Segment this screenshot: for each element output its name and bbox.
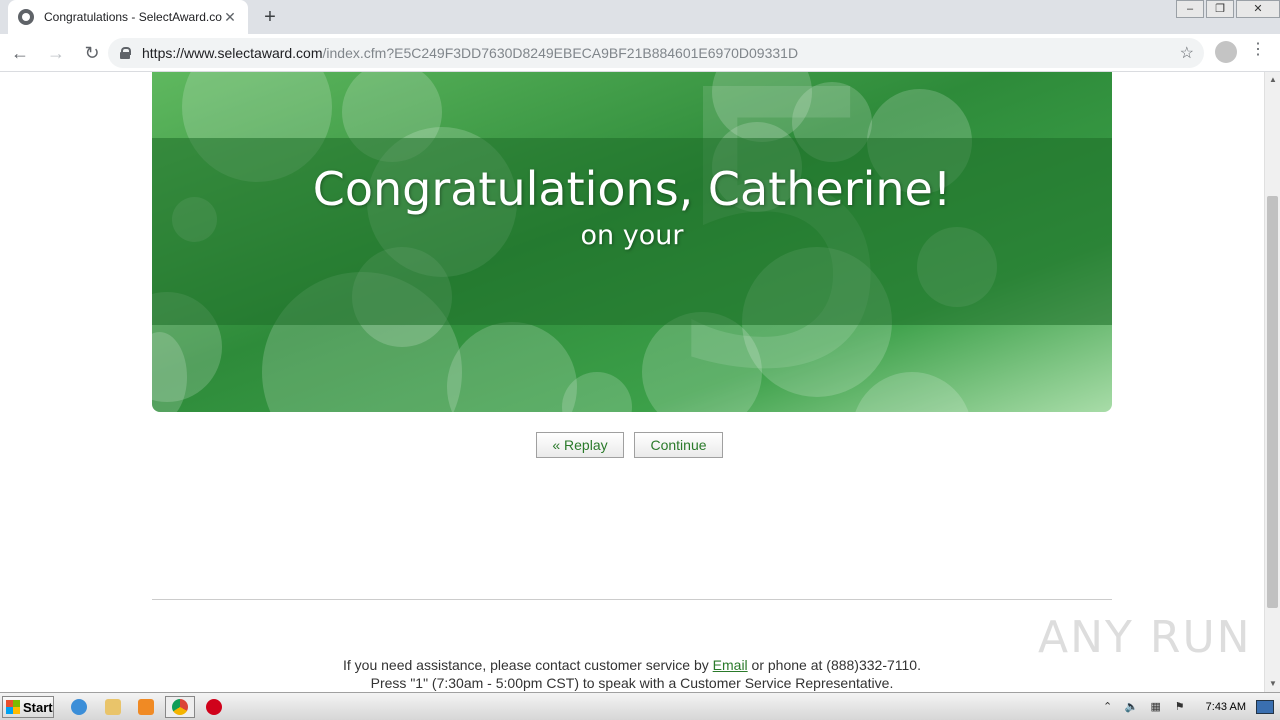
start-button[interactable]: Start xyxy=(2,696,54,718)
window-close-button[interactable]: ✕ xyxy=(1236,0,1280,18)
scrollbar-thumb[interactable] xyxy=(1267,196,1278,608)
file-explorer-icon[interactable] xyxy=(98,696,128,718)
profile-avatar-icon[interactable] xyxy=(1215,41,1237,63)
windows-logo-icon xyxy=(6,700,20,714)
lock-icon[interactable] xyxy=(120,47,131,59)
anyrun-watermark: ANY RUN xyxy=(1038,612,1252,663)
congratulations-banner: 5 Congratulations, Catherine! on your xyxy=(152,72,1112,412)
window-controls: – ❐ ✕ xyxy=(1174,0,1280,18)
volume-icon[interactable]: 🔈 xyxy=(1123,700,1141,714)
decorative-bubble xyxy=(447,322,577,412)
continue-button[interactable]: Continue xyxy=(634,432,723,458)
scroll-up-arrow-icon[interactable]: ▲ xyxy=(1265,72,1280,88)
windows-taskbar: Start ⌃ 🔈 ▦ ⚑ 7:43 AM xyxy=(0,692,1280,720)
support-line-2: Press "1" (7:30am - 5:00pm CST) to speak… xyxy=(370,675,894,691)
media-player-icon[interactable] xyxy=(131,696,161,718)
stop-sign-icon[interactable] xyxy=(199,696,229,718)
congratulations-subheading: on your xyxy=(580,220,684,251)
footer-divider xyxy=(152,599,1112,600)
internet-explorer-icon[interactable] xyxy=(64,696,94,718)
url-text[interactable]: https://www.selectaward.com/index.cfm?E5… xyxy=(142,45,798,61)
vertical-scrollbar[interactable]: ▲ ▼ xyxy=(1264,72,1280,692)
email-link[interactable]: Email xyxy=(713,657,748,673)
browser-toolbar: ← → ↻ https://www.selectaward.com/index.… xyxy=(0,34,1280,72)
show-desktop-icon[interactable] xyxy=(1256,700,1274,714)
support-text-after: or phone at (888)332-7110. xyxy=(747,657,921,673)
minimize-button[interactable]: – xyxy=(1176,0,1204,18)
headline-band: Congratulations, Catherine! on your xyxy=(152,138,1112,325)
scroll-down-arrow-icon[interactable]: ▼ xyxy=(1265,676,1280,692)
congratulations-heading: Congratulations, Catherine! xyxy=(312,162,952,216)
browser-menu-icon[interactable]: ⋮ xyxy=(1250,39,1266,59)
url-host: https://www.selectaward.com xyxy=(142,45,323,61)
back-button[interactable]: ← xyxy=(4,37,36,69)
tray-expand-icon[interactable]: ⌃ xyxy=(1099,700,1117,714)
globe-icon xyxy=(18,9,34,25)
action-buttons: « Replay Continue xyxy=(0,432,1264,458)
network-icon[interactable]: ▦ xyxy=(1147,700,1165,714)
support-text-before: If you need assistance, please contact c… xyxy=(343,657,713,673)
reload-button[interactable]: ↻ xyxy=(76,37,108,69)
page-content: 5 Congratulations, Catherine! on your « … xyxy=(0,72,1264,692)
system-tray: ⌃ 🔈 ▦ ⚑ 7:43 AM xyxy=(1096,695,1280,719)
url-path: /index.cfm?E5C249F3DD7630D8249EBECA9BF21… xyxy=(322,45,799,61)
restore-button[interactable]: ❐ xyxy=(1206,0,1234,18)
forward-button[interactable]: → xyxy=(40,37,72,69)
bookmark-star-icon[interactable]: ☆ xyxy=(1180,43,1194,63)
start-label: Start xyxy=(23,699,53,715)
action-center-flag-icon[interactable]: ⚑ xyxy=(1171,700,1189,714)
address-bar[interactable]: https://www.selectaward.com/index.cfm?E5… xyxy=(108,38,1204,68)
taskbar-clock[interactable]: 7:43 AM xyxy=(1206,701,1246,713)
tab-title: Congratulations - SelectAward.com xyxy=(44,10,222,24)
chrome-taskbar-icon[interactable] xyxy=(165,696,195,718)
new-tab-button[interactable]: + xyxy=(258,5,282,29)
tab-active[interactable]: Congratulations - SelectAward.com ✕ xyxy=(8,0,248,34)
tab-strip: Congratulations - SelectAward.com ✕ + – … xyxy=(0,0,1280,34)
replay-button[interactable]: « Replay xyxy=(536,432,624,458)
tab-close-icon[interactable]: ✕ xyxy=(222,9,238,26)
